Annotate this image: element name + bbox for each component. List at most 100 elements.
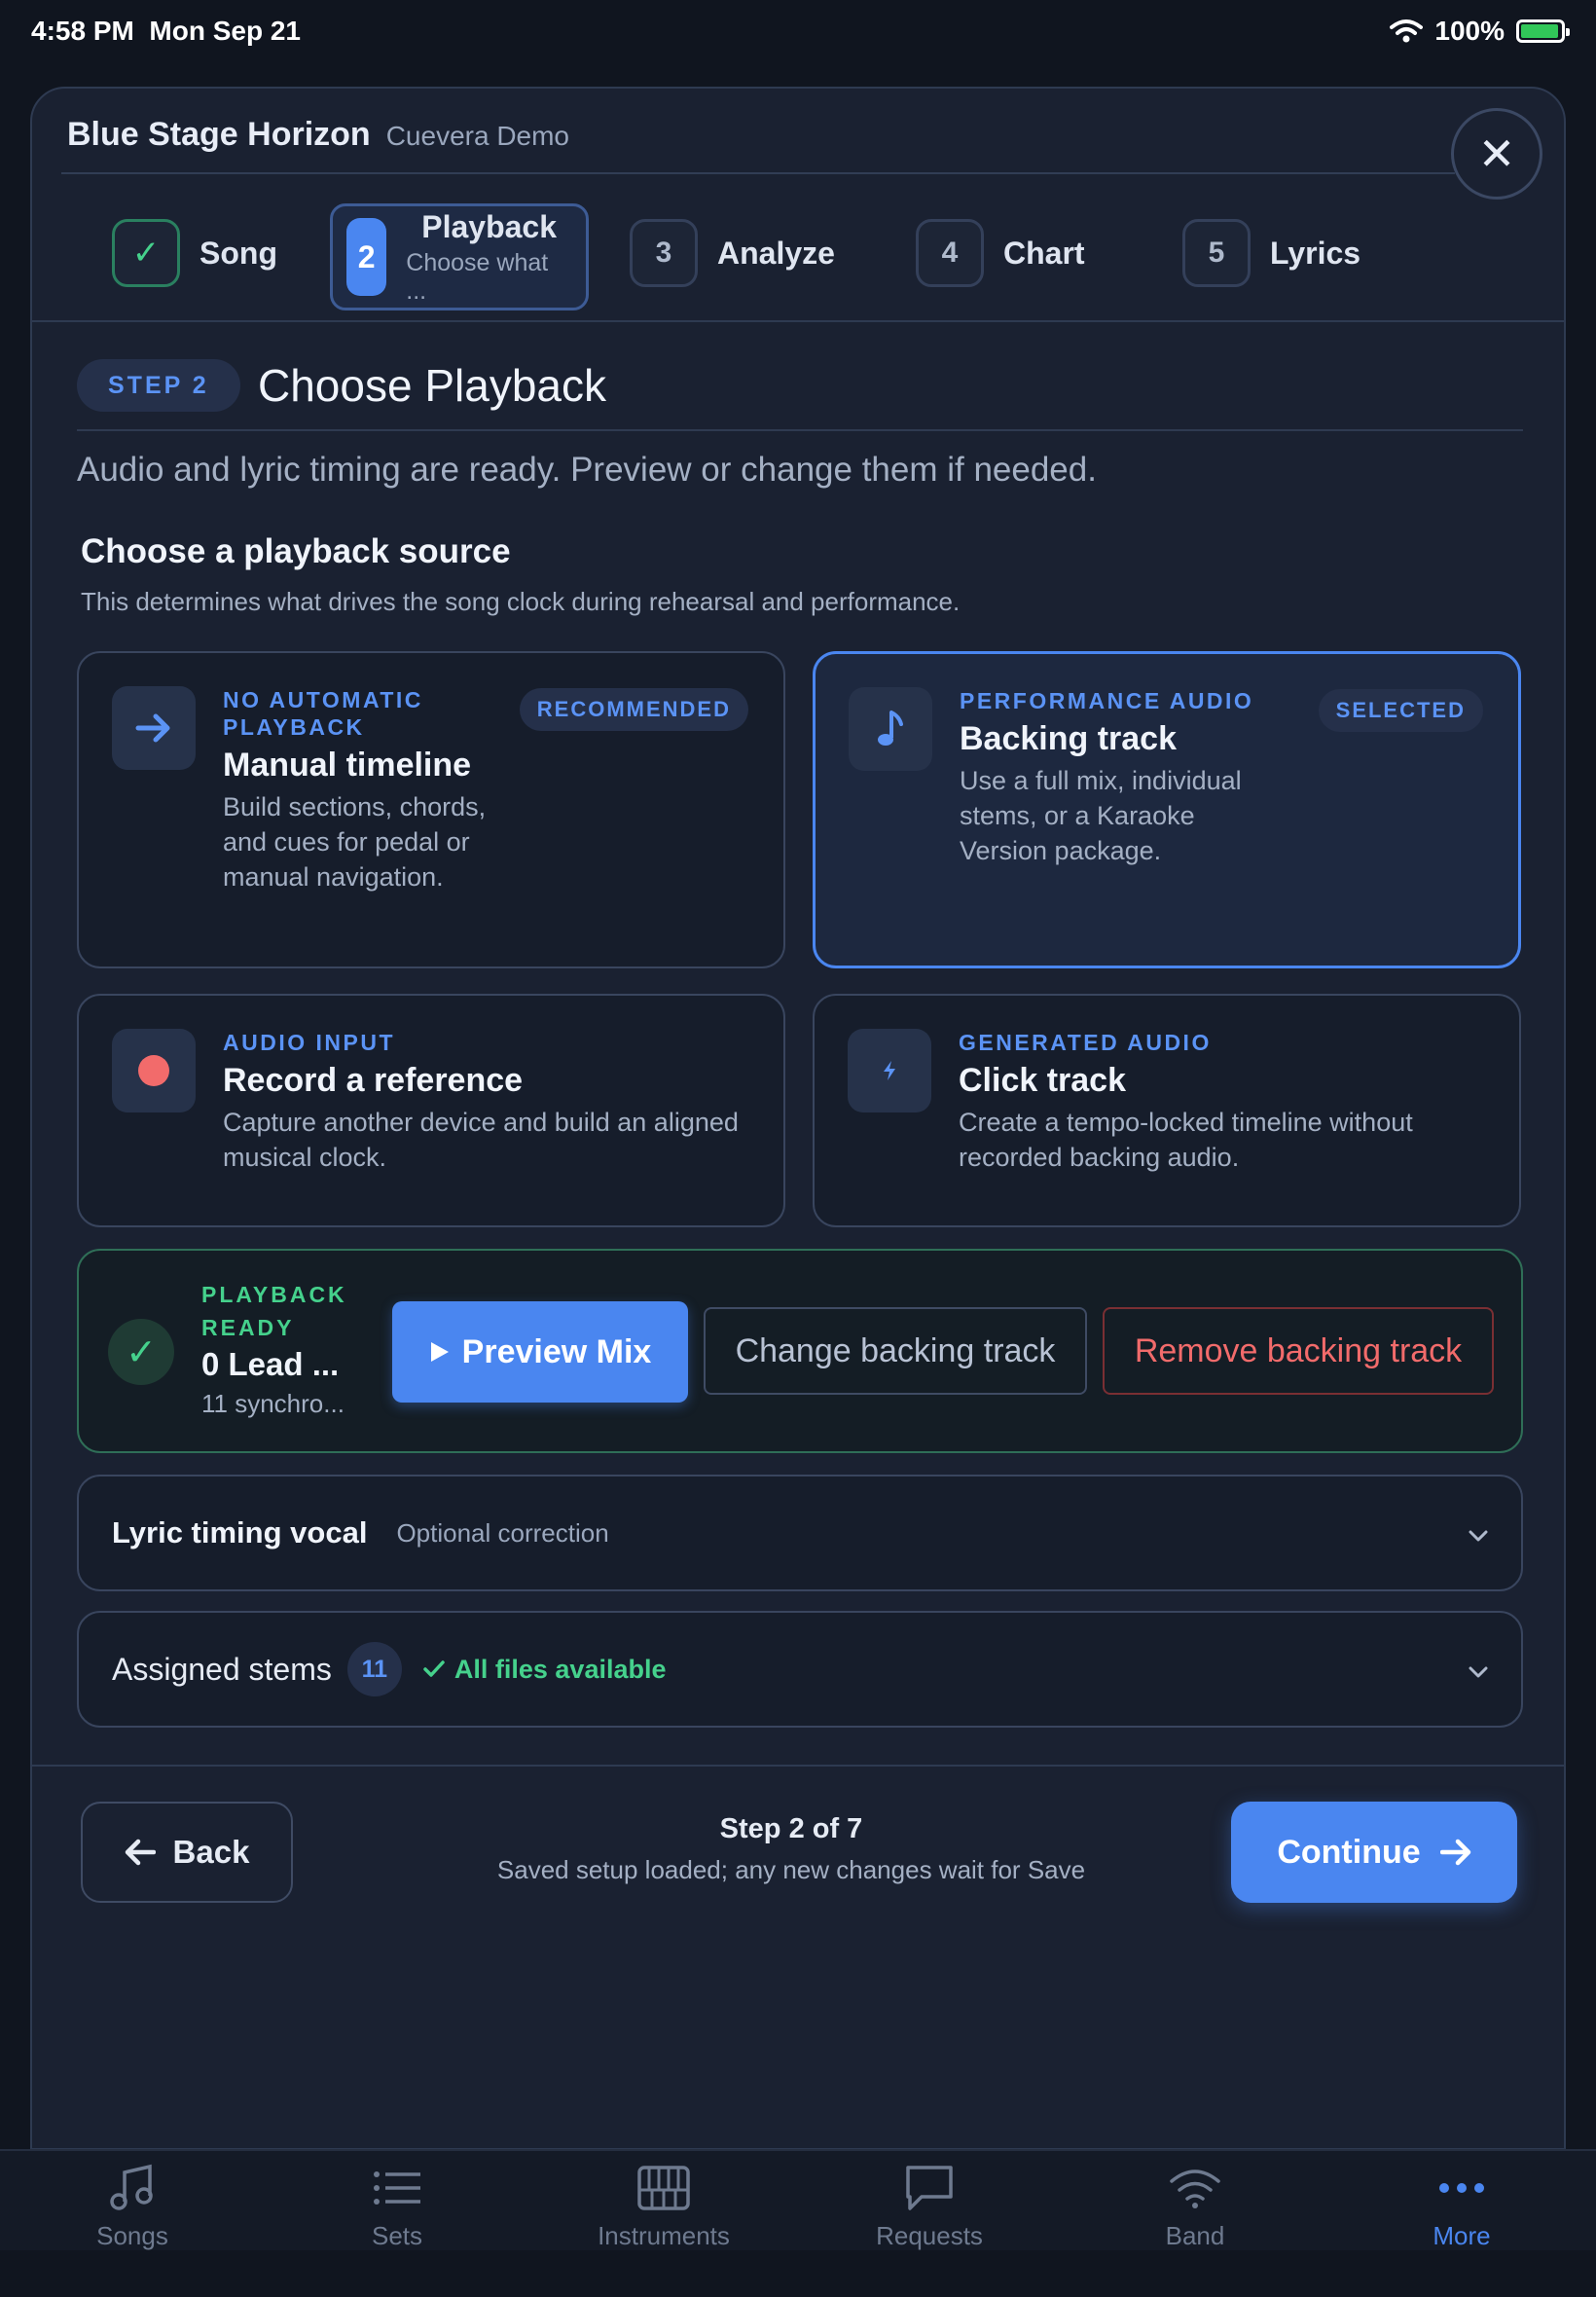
card-description: Use a full mix, individual stems, or a K… bbox=[960, 766, 1242, 865]
step-lyrics[interactable]: 5 Lyrics bbox=[1182, 219, 1360, 287]
accordion-title: Lyric timing vocal bbox=[112, 1515, 368, 1550]
back-button[interactable]: Back bbox=[81, 1802, 293, 1903]
step-analyze[interactable]: 3 Analyze bbox=[630, 219, 835, 287]
option-card-backing-track[interactable]: PERFORMANCE AUDIO Backing track Use a fu… bbox=[813, 651, 1521, 968]
card-eyebrow: PERFORMANCE AUDIO bbox=[960, 688, 1254, 713]
sheet-header: Blue Stage Horizon Cuevera Demo bbox=[67, 116, 569, 154]
step-number: 3 bbox=[630, 219, 698, 287]
option-card-click-track[interactable]: GENERATED AUDIO Click track Create a tem… bbox=[813, 994, 1521, 1227]
step-number: 5 bbox=[1182, 219, 1251, 287]
chat-bubble-icon bbox=[900, 2161, 959, 2215]
card-body: NO AUTOMATIC PLAYBACK Manual timeline Bu… bbox=[223, 686, 525, 894]
list-icon bbox=[368, 2161, 426, 2215]
step-pill: STEP 2 bbox=[77, 359, 240, 412]
clock-time: 4:58 PM bbox=[31, 16, 134, 46]
battery-icon bbox=[1516, 19, 1570, 43]
step-label: Song bbox=[200, 235, 277, 271]
header-divider bbox=[61, 172, 1455, 174]
tab-instruments[interactable]: Instruments bbox=[566, 2161, 761, 2251]
arrow-right-icon bbox=[112, 686, 196, 770]
tab-label: Requests bbox=[876, 2221, 983, 2250]
song-artist: Cuevera Demo bbox=[385, 121, 570, 151]
card-description: Create a tempo-locked timeline without r… bbox=[959, 1108, 1413, 1172]
preview-mix-label: Preview Mix bbox=[461, 1332, 652, 1370]
back-label: Back bbox=[172, 1834, 250, 1870]
close-icon: ✕ bbox=[1477, 128, 1516, 179]
tab-more[interactable]: More bbox=[1364, 2161, 1559, 2251]
step-sublabel: Choose what ... bbox=[406, 248, 549, 305]
tab-band[interactable]: Band bbox=[1098, 2161, 1292, 2251]
change-backing-track-button[interactable]: Change backing track bbox=[704, 1307, 1087, 1395]
tab-label: Songs bbox=[96, 2221, 168, 2250]
intro-text: Audio and lyric timing are ready. Previe… bbox=[77, 451, 1097, 489]
battery-percent: 100% bbox=[1434, 16, 1505, 46]
ready-eyebrow: PLAYBACK READY bbox=[201, 1282, 347, 1340]
recommended-badge: RECOMMENDED bbox=[519, 688, 748, 731]
tab-label: Instruments bbox=[598, 2221, 730, 2250]
arrow-left-icon bbox=[125, 1839, 156, 1866]
card-body: AUDIO INPUT Record a reference Capture a… bbox=[223, 1029, 748, 1175]
close-button[interactable]: ✕ bbox=[1451, 108, 1542, 200]
chevron-down-icon bbox=[1469, 1654, 1488, 1687]
step-label: Chart bbox=[1003, 235, 1085, 271]
clock-date: Mon Sep 21 bbox=[149, 16, 301, 46]
files-status-label: All files available bbox=[453, 1654, 667, 1684]
music-notes-icon bbox=[103, 2161, 162, 2215]
step-check-icon: ✓ bbox=[112, 219, 180, 287]
status-right: 100% bbox=[1390, 16, 1570, 47]
tab-label: Sets bbox=[371, 2221, 423, 2250]
step-label: Playback bbox=[421, 208, 558, 244]
piano-icon bbox=[635, 2161, 693, 2215]
assigned-stems-accordion[interactable]: Assigned stems 11 All files available bbox=[77, 1611, 1523, 1728]
card-description: Capture another device and build an alig… bbox=[223, 1108, 739, 1172]
tab-label: Band bbox=[1165, 2221, 1225, 2250]
footer-divider bbox=[32, 1765, 1564, 1767]
step-playback[interactable]: 2 Playback Choose what ... bbox=[330, 203, 589, 310]
status-bar: 4:58 PM Mon Sep 21 100% bbox=[0, 0, 1596, 62]
tab-requests[interactable]: Requests bbox=[832, 2161, 1027, 2251]
setup-sheet: Blue Stage Horizon Cuevera Demo ✕ ✓ Song… bbox=[30, 87, 1566, 2150]
stems-count-badge: 11 bbox=[346, 1642, 402, 1696]
song-title: Blue Stage Horizon bbox=[67, 116, 371, 153]
lyric-timing-accordion[interactable]: Lyric timing vocal Optional correction bbox=[77, 1475, 1523, 1591]
step-label: Lyrics bbox=[1270, 235, 1361, 271]
step-chart[interactable]: 4 Chart bbox=[916, 219, 1085, 287]
bolt-icon bbox=[848, 1029, 931, 1112]
tab-sets[interactable]: Sets bbox=[300, 2161, 494, 2251]
option-card-manual-timeline[interactable]: NO AUTOMATIC PLAYBACK Manual timeline Bu… bbox=[77, 651, 785, 968]
selected-badge: SELECTED bbox=[1318, 689, 1483, 732]
title-divider bbox=[77, 429, 1523, 431]
step-number: 2 bbox=[346, 218, 387, 296]
card-body: PERFORMANCE AUDIO Backing track Use a fu… bbox=[960, 687, 1281, 868]
step-active-text: Playback Choose what ... bbox=[406, 209, 572, 306]
tab-bar: Songs Sets Instruments Requests Band Mor… bbox=[0, 2149, 1596, 2250]
arrow-right-icon bbox=[1439, 1839, 1470, 1866]
status-time: 4:58 PM Mon Sep 21 bbox=[31, 16, 301, 47]
stepper: ✓ Song 2 Playback Choose what ... 3 Anal… bbox=[32, 190, 1564, 310]
home-indicator-area bbox=[0, 2250, 1596, 2297]
tab-songs[interactable]: Songs bbox=[35, 2161, 230, 2251]
play-icon bbox=[430, 1342, 449, 1362]
tab-label: More bbox=[1433, 2221, 1491, 2250]
accordion-note: Optional correction bbox=[396, 1517, 609, 1548]
chevron-down-icon bbox=[1469, 1517, 1488, 1550]
step-song[interactable]: ✓ Song bbox=[112, 219, 277, 287]
more-dots-icon bbox=[1433, 2161, 1491, 2215]
footer-note: Saved setup loaded; any new changes wait… bbox=[496, 1855, 1086, 1884]
preview-mix-button[interactable]: Preview Mix bbox=[392, 1301, 688, 1403]
music-note-icon bbox=[849, 687, 932, 771]
card-eyebrow: AUDIO INPUT bbox=[223, 1030, 395, 1055]
card-eyebrow: NO AUTOMATIC PLAYBACK bbox=[223, 687, 423, 740]
section-description: This determines what drives the song clo… bbox=[81, 587, 961, 616]
continue-label: Continue bbox=[1277, 1833, 1421, 1871]
check-icon bbox=[423, 1660, 445, 1677]
option-card-record-reference[interactable]: AUDIO INPUT Record a reference Capture a… bbox=[77, 994, 785, 1227]
remove-backing-track-button[interactable]: Remove backing track bbox=[1103, 1307, 1494, 1395]
card-title: Manual timeline bbox=[223, 747, 472, 784]
ready-text: PLAYBACK READY 0 Lead ... 11 synchro... bbox=[201, 1278, 367, 1419]
step-label: Analyze bbox=[717, 235, 835, 271]
continue-button[interactable]: Continue bbox=[1231, 1802, 1517, 1903]
footer-step-text: Step 2 of 7 bbox=[719, 1813, 863, 1844]
card-eyebrow: GENERATED AUDIO bbox=[959, 1030, 1212, 1055]
stepper-divider bbox=[32, 320, 1564, 322]
